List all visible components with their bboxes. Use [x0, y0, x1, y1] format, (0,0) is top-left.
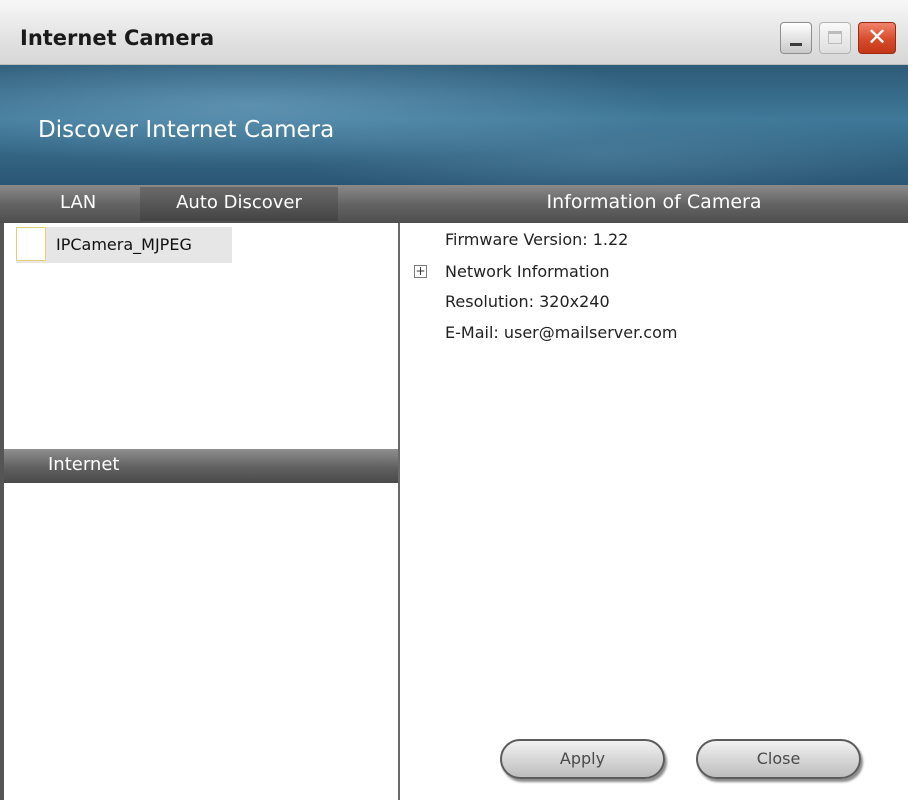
resolution: Resolution: 320x240	[445, 292, 610, 311]
info-header: Information of Camera	[546, 191, 762, 213]
firmware-version: Firmware Version: 1.22	[445, 230, 629, 249]
network-information[interactable]: Network Information	[445, 262, 610, 281]
minimize-icon	[790, 43, 802, 46]
internet-section-header: Internet	[4, 449, 400, 483]
camera-checkbox[interactable]	[16, 227, 46, 261]
minimize-button[interactable]	[780, 22, 812, 54]
tab-lan[interactable]: LAN	[60, 192, 96, 213]
window-title: Internet Camera	[20, 26, 215, 50]
header-bar: LAN Auto Discover Information of Camera	[0, 185, 908, 223]
maximize-icon	[828, 31, 842, 44]
apply-button[interactable]: Apply	[500, 739, 665, 779]
camera-name: IPCamera_MJPEG	[56, 235, 192, 254]
banner-title: Discover Internet Camera	[38, 117, 335, 143]
app-window: Internet Camera ✕ Discover Internet Came…	[0, 0, 908, 800]
camera-info-panel: Firmware Version: 1.22 + Network Informa…	[400, 223, 908, 800]
close-icon: ✕	[866, 23, 888, 51]
expand-icon[interactable]: +	[414, 265, 427, 278]
camera-list-panel: IPCamera_MJPEG Internet	[0, 223, 400, 800]
close-button[interactable]: Close	[696, 739, 861, 779]
title-bar[interactable]: Internet Camera ✕	[0, 0, 908, 65]
tab-auto-discover[interactable]: Auto Discover	[140, 187, 338, 221]
maximize-button[interactable]	[819, 22, 851, 54]
email: E-Mail: user@mailserver.com	[445, 323, 678, 342]
banner: Discover Internet Camera	[0, 65, 908, 185]
internet-label: Internet	[48, 454, 120, 475]
close-window-button[interactable]: ✕	[858, 22, 896, 54]
lan-camera-item[interactable]: IPCamera_MJPEG	[16, 227, 232, 263]
